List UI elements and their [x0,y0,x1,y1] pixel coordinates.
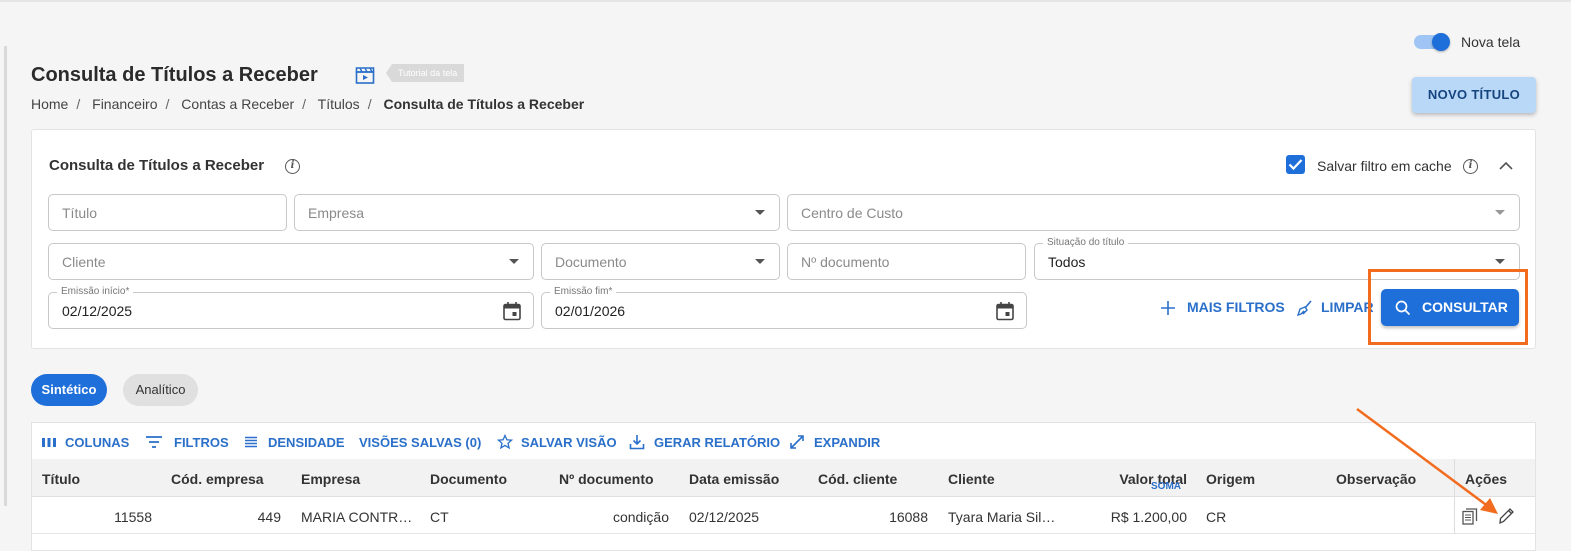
breadcrumb-titulos[interactable]: Títulos [318,96,360,112]
page-title: Consulta de Títulos a Receber [31,64,318,86]
empresa-select[interactable]: Empresa [294,194,780,231]
density-icon [245,436,257,448]
dropdown-arrow-icon [755,259,765,264]
calendar-icon[interactable] [995,301,1015,326]
breadcrumb-current: Consulta de Títulos a Receber [383,96,585,112]
cell-cod-cliente: 16088 [889,509,928,525]
save-cache-label: Salvar filtro em cache [1317,158,1452,174]
col-data-emissao[interactable]: Data emissão [689,471,779,487]
dropdown-arrow-icon [1495,259,1505,264]
cache-info-icon[interactable]: i [1463,159,1478,174]
dropdown-arrow-icon [755,210,765,215]
table-row[interactable]: 11558 449 MARIA CONTR… CT condição 02/12… [32,498,1535,534]
data-grid: COLUNAS FILTROS DENSIDADE VISÕES SALVAS … [31,422,1536,551]
breadcrumb-financeiro[interactable]: Financeiro [92,96,157,112]
titulo-placeholder: Título [62,205,98,221]
cell-empresa: MARIA CONTR… [301,509,413,525]
centro-custo-select[interactable]: Centro de Custo [787,194,1520,231]
cell-n-documento: condição [612,509,669,525]
col-observacao[interactable]: Observação [1336,471,1416,487]
download-icon [629,435,645,450]
visoes-salvas-label: VISÕES SALVAS (0) [359,435,482,450]
filter-lines-icon [146,436,162,448]
empresa-placeholder: Empresa [308,205,365,221]
left-edge-bar [4,46,7,506]
densidade-label: DENSIDADE [268,435,345,450]
columns-icon [42,438,56,447]
emissao-fim-value: 02/01/2026 [555,303,626,319]
gerar-relatorio-label: GERAR RELATÓRIO [654,435,781,450]
emissao-inicio-input[interactable]: Emissão início* 02/12/2025 [48,286,534,329]
cliente-select[interactable]: Cliente [48,243,534,280]
star-icon [497,434,513,450]
col-cod-cliente[interactable]: Cód. cliente [818,471,897,487]
plus-icon [1161,301,1175,315]
colunas-label: COLUNAS [65,435,130,450]
col-n-documento[interactable]: Nº documento [559,471,654,487]
breadcrumb-home[interactable]: Home [31,96,68,112]
emissao-fim-input[interactable]: Emissão fim* 02/01/2026 [541,286,1027,329]
tab-sintetico[interactable]: Sintético [31,374,107,406]
tutorial-badge[interactable]: Tutorial da tela [386,64,465,82]
col-documento[interactable]: Documento [430,471,507,487]
info-icon[interactable]: i [285,159,300,174]
situacao-label: Situação do título [1043,237,1129,248]
filter-title: Consulta de Títulos a Receber [49,157,265,174]
save-cache-checkbox[interactable] [1286,155,1305,174]
n-documento-input[interactable]: Nº documento [787,243,1026,280]
cell-valor-total: R$ 1.200,00 [1110,509,1187,525]
mais-filtros-label: MAIS FILTROS [1187,299,1285,315]
situacao-value: Todos [1048,254,1086,270]
expand-icon [790,435,804,449]
chevron-up-icon[interactable] [1498,159,1514,177]
consultar-highlight [1368,269,1528,345]
copy-icon[interactable] [1462,508,1478,530]
nova-tela-toggle[interactable] [1414,33,1452,51]
filtros-label: FILTROS [174,435,229,450]
col-cliente[interactable]: Cliente [948,471,995,487]
breadcrumb-contas-receber[interactable]: Contas a Receber [181,96,294,112]
cell-cliente: Tyara Maria Sil… [948,509,1056,525]
limpar-label: LIMPAR [1321,299,1374,315]
centro-custo-placeholder: Centro de Custo [801,205,903,221]
cell-titulo: 11558 [114,509,152,525]
dropdown-arrow-icon [1495,210,1505,215]
titulo-input[interactable]: Título [48,194,287,231]
toggle-label: Nova tela [1461,34,1521,50]
col-cod-empresa[interactable]: Cód. empresa [171,471,264,487]
expandir-label: EXPANDIR [814,435,881,450]
col-empresa[interactable]: Empresa [301,471,360,487]
calendar-icon[interactable] [502,301,522,326]
cell-data-emissao: 02/12/2025 [689,509,760,525]
documento-select[interactable]: Documento [541,243,780,280]
documento-placeholder: Documento [555,254,627,270]
cliente-placeholder: Cliente [62,254,106,270]
col-acoes: Ações [1465,471,1508,487]
top-divider [0,0,1571,2]
broom-icon [1296,300,1312,317]
clapperboard-icon[interactable] [355,66,375,84]
cell-origem: CR [1206,509,1227,525]
pencil-icon[interactable] [1497,506,1515,530]
table-header-row: Título Cód. empresa Empresa Documento Nº… [32,459,1535,497]
breadcrumb: Home / Financeiro / Contas a Receber / Títu… [31,96,585,112]
col-titulo[interactable]: Título [42,471,80,487]
actions-column-divider [1454,459,1455,534]
n-documento-placeholder: Nº documento [801,254,890,270]
novo-titulo-button[interactable]: NOVO TÍTULO [1412,77,1536,113]
emissao-fim-label: Emissão fim* [550,286,617,297]
cell-documento: CT [430,509,449,525]
emissao-inicio-value: 02/12/2025 [62,303,133,319]
dropdown-arrow-icon [509,259,519,264]
soma-label: SOMA [1151,481,1181,492]
col-origem[interactable]: Origem [1206,471,1255,487]
tab-analitico[interactable]: Analítico [123,374,198,406]
cell-cod-empresa: 449 [257,509,281,525]
salvar-visao-label: SALVAR VISÃO [521,435,617,450]
emissao-inicio-label: Emissão início* [57,286,134,297]
toggle-knob [1432,33,1450,51]
